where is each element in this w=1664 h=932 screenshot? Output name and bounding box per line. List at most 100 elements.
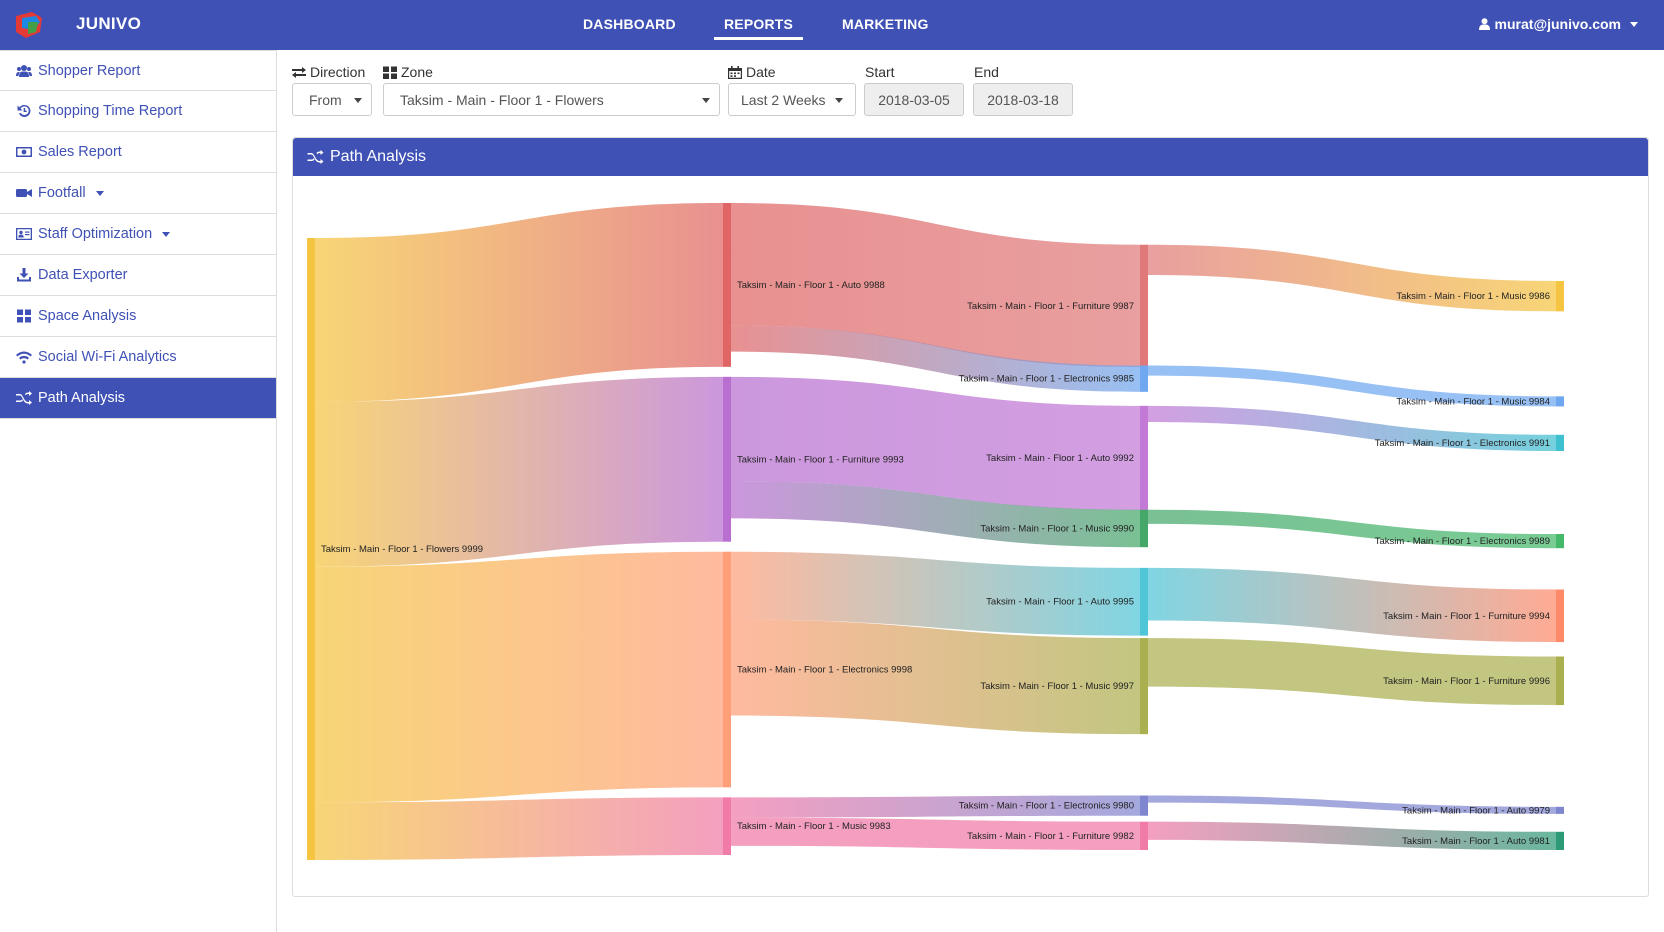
start-label: Start (865, 64, 895, 80)
sankey-node-electronics9980[interactable] (1140, 795, 1148, 816)
sankey-node-auto9981[interactable] (1556, 831, 1564, 850)
date-label: Date (728, 64, 776, 80)
sidebar-item-social-wifi-analytics[interactable]: Social Wi-Fi Analytics (0, 337, 276, 378)
sankey-link[interactable] (731, 619, 1140, 735)
direction-label: Direction (292, 64, 365, 80)
sankey-node-label: Taksim - Main - Floor 1 - Furniture 9987 (967, 301, 1134, 312)
random-icon (16, 391, 32, 405)
sankey-node-music9986[interactable] (1556, 280, 1564, 312)
sankey-node-electronics9991[interactable] (1556, 434, 1564, 451)
sankey-node-furniture9993[interactable] (723, 376, 731, 542)
nav-reports[interactable]: REPORTS (713, 16, 804, 40)
sankey-chart: Taksim - Main - Floor 1 - Flowers 9999 Ta… (307, 203, 1564, 860)
sankey-node-furniture9996[interactable] (1556, 656, 1564, 706)
sankey-node-label: Taksim - Main - Floor 1 - Auto 9979 (1402, 805, 1550, 816)
sankey-node-label: Taksim - Main - Floor 1 - Furniture 9993 (737, 454, 904, 465)
sidebar-item-label: Staff Optimization (38, 226, 153, 242)
sankey-link[interactable] (315, 797, 723, 860)
sankey-node-label: Taksim - Main - Floor 1 - Electronics 99… (959, 801, 1134, 812)
sankey-node-label: Taksim - Main - Floor 1 - Electronics 99… (1375, 438, 1550, 449)
sidebar-item-label: Sales Report (38, 144, 122, 160)
sankey-node-label: Taksim - Main - Floor 1 - Electronics 99… (959, 374, 1134, 385)
sankey-link[interactable] (315, 376, 723, 567)
sankey-node-label: Taksim - Main - Floor 1 - Auto 9988 (737, 280, 885, 291)
sankey-node-label: Taksim - Main - Floor 1 - Music 9986 (1396, 291, 1550, 302)
sidebar-item-space-analysis[interactable]: Space Analysis (0, 296, 276, 337)
junivo-logo-icon[interactable] (14, 12, 44, 38)
top-navbar: JUNIVO DASHBOARD REPORTS MARKETING murat… (0, 0, 1664, 50)
sankey-node-electronics9985[interactable] (1140, 365, 1148, 392)
sankey-node-electronics9998[interactable] (723, 551, 731, 788)
chevron-down-icon (1630, 21, 1638, 27)
sankey-node-label: Taksim - Main - Floor 1 - Music 9983 (737, 821, 891, 832)
sankey-node-music9990[interactable] (1140, 509, 1148, 548)
sidebar-item-sales-report[interactable]: Sales Report (0, 132, 276, 173)
sidebar-item-label: Shopping Time Report (38, 103, 183, 119)
zone-select[interactable]: Taksim - Main - Floor 1 - Flowers (383, 83, 720, 116)
direction-select[interactable]: From (292, 83, 372, 116)
sankey-link[interactable] (315, 551, 723, 803)
sankey-link[interactable] (1148, 638, 1556, 706)
sidebar-item-label: Data Exporter (38, 267, 128, 283)
sankey-node-label: Taksim - Main - Floor 1 - Electronics 99… (737, 665, 912, 676)
sankey-node-music9997[interactable] (1140, 638, 1148, 735)
sankey-link[interactable] (315, 203, 723, 402)
panel-header: Path Analysis (293, 138, 1648, 176)
sankey-node-furniture9987[interactable] (1140, 244, 1148, 368)
sankey-node-label: Taksim - Main - Floor 1 - Flowers 9999 (321, 544, 483, 555)
grid-icon (383, 66, 397, 79)
sidebar-item-footfall[interactable]: Footfall (0, 173, 276, 214)
sankey-node-label: Taksim - Main - Floor 1 - Auto 9992 (986, 453, 1134, 464)
sidebar-item-label: Footfall (38, 185, 86, 201)
sankey-node-furniture9982[interactable] (1140, 821, 1148, 850)
sankey-link[interactable] (1148, 567, 1556, 643)
id-card-icon (16, 228, 32, 240)
sankey-node-auto9992[interactable] (1140, 405, 1148, 510)
exchange-icon (292, 66, 306, 78)
sidebar-item-data-exporter[interactable]: Data Exporter (0, 255, 276, 296)
end-date-field[interactable]: 2018-03-18 (973, 83, 1073, 116)
sankey-node-auto9979[interactable] (1556, 806, 1564, 814)
sidebar-item-shopping-time-report[interactable]: Shopping Time Report (0, 91, 276, 132)
chevron-down-icon (835, 98, 843, 103)
chevron-down-icon (354, 98, 362, 103)
end-label: End (974, 64, 999, 80)
sankey-node-auto9995[interactable] (1140, 567, 1148, 636)
sankey-node-label: Taksim - Main - Floor 1 - Auto 9995 (986, 597, 1134, 608)
nav-dashboard[interactable]: DASHBOARD (583, 16, 676, 32)
date-range-dropdown[interactable]: Last 2 Weeks (728, 83, 856, 116)
zone-label: Zone (383, 64, 433, 80)
users-icon (16, 64, 32, 77)
chevron-down-icon (95, 190, 104, 196)
user-menu[interactable]: murat@junivo.com (1478, 16, 1638, 32)
money-icon (16, 147, 32, 157)
chevron-down-icon (702, 98, 710, 103)
sankey-node-music9983[interactable] (723, 797, 731, 855)
sidebar-item-label: Shopper Report (38, 62, 141, 79)
user-icon (1478, 18, 1490, 30)
sankey-node-auto9988[interactable] (723, 203, 731, 367)
sidebar-item-label: Path Analysis (38, 390, 126, 406)
sankey-node-label: Taksim - Main - Floor 1 - Electronics 99… (1375, 536, 1550, 547)
brand-name[interactable]: JUNIVO (76, 14, 141, 34)
history-icon (17, 104, 31, 117)
user-email: murat@junivo.com (1494, 16, 1621, 32)
sidebar: Shopper Report Shopping Time Report Sale… (0, 50, 277, 932)
sankey-node-label: Taksim - Main - Floor 1 - Auto 9981 (1402, 836, 1550, 847)
sankey-links (315, 203, 1556, 860)
sidebar-item-staff-optimization[interactable]: Staff Optimization (0, 214, 276, 255)
sankey-node-label: Taksim - Main - Floor 1 - Music 9997 (980, 681, 1134, 692)
sidebar-item-shopper-report[interactable]: Shopper Report (0, 50, 276, 91)
sidebar-item-path-analysis[interactable]: Path Analysis (0, 378, 276, 419)
sankey-node-music9984[interactable] (1556, 396, 1564, 407)
sankey-node-label: Taksim - Main - Floor 1 - Furniture 9982 (967, 831, 1134, 842)
sankey-node-label: Taksim - Main - Floor 1 - Furniture 9994 (1383, 611, 1550, 622)
chevron-down-icon (162, 231, 171, 237)
sankey-node-furniture9994[interactable] (1556, 589, 1564, 643)
random-icon (307, 150, 324, 164)
panel-title: Path Analysis (330, 148, 427, 165)
sankey-node-electronics9989[interactable] (1556, 534, 1564, 549)
nav-marketing[interactable]: MARKETING (842, 16, 929, 32)
start-date-field[interactable]: 2018-03-05 (864, 83, 964, 116)
sankey-node-flowers9999[interactable] (307, 238, 315, 860)
